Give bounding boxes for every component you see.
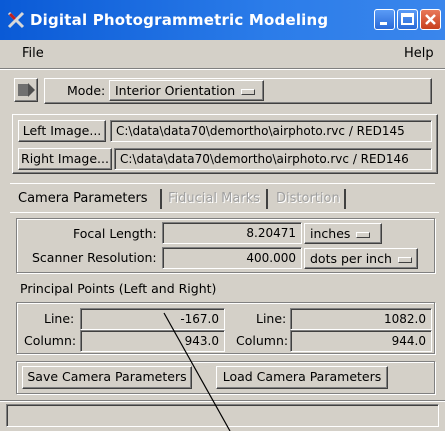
maximize-icon <box>401 13 414 25</box>
right-image-button[interactable]: Right Image... <box>18 148 112 170</box>
menu-help[interactable]: Help <box>404 46 434 61</box>
load-camera-parameters-button[interactable]: Load Camera Parameters <box>216 366 388 389</box>
mode-value: Interior Orientation <box>115 83 236 98</box>
menu-bar: File Help <box>0 40 445 68</box>
tab-divider <box>266 189 268 209</box>
minimize-button[interactable] <box>374 9 395 30</box>
focal-length-unit: inches <box>310 226 351 241</box>
right-column-field[interactable]: 944.0 <box>290 330 432 352</box>
status-divider <box>0 400 445 402</box>
dropdown-indicator-icon <box>397 256 412 263</box>
title-bar[interactable]: Digital Photogrammetric Modeling <box>0 0 445 40</box>
mode-dropdown[interactable]: Interior Orientation <box>109 80 264 101</box>
right-line-field[interactable]: 1082.0 <box>290 308 432 330</box>
close-button[interactable] <box>420 9 441 30</box>
mode-panel: Mode: Interior Orientation <box>44 78 432 104</box>
focal-length-label: Focal Length: <box>73 226 157 241</box>
focal-length-field[interactable]: 8.20471 <box>162 222 302 244</box>
menu-divider <box>0 68 445 70</box>
tab-divider <box>160 189 162 209</box>
mode-label: Mode: <box>67 83 106 98</box>
tool-button[interactable] <box>14 78 38 102</box>
tab-divider <box>344 189 346 209</box>
principal-points-title: Principal Points (Left and Right) <box>20 281 217 296</box>
tab-camera-parameters[interactable]: Camera Parameters <box>14 186 152 212</box>
minimize-icon <box>380 22 387 25</box>
tab-distortion[interactable]: Distortion <box>272 186 344 212</box>
save-camera-parameters-button[interactable]: Save Camera Parameters <box>22 366 192 389</box>
dropdown-indicator-icon <box>356 231 371 238</box>
app-window: Digital Photogrammetric Modeling File He… <box>0 0 445 431</box>
scanner-resolution-field[interactable]: 400.000 <box>162 247 302 269</box>
close-icon <box>425 14 436 25</box>
left-line-label: Line: <box>44 311 75 326</box>
tab-page-top <box>10 212 439 214</box>
dropdown-indicator-icon <box>241 88 256 95</box>
left-image-path-field[interactable]: C:\data\data70\demortho\airphoto.rvc / R… <box>110 120 432 142</box>
maximize-button[interactable] <box>397 9 418 30</box>
tab-fiducial-marks[interactable]: Fiducial Marks <box>164 186 264 212</box>
left-line-field[interactable]: -167.0 <box>80 308 225 330</box>
left-column-label: Column: <box>24 333 77 348</box>
focal-length-unit-dropdown[interactable]: inches <box>304 223 382 244</box>
left-image-button[interactable]: Left Image... <box>18 120 106 142</box>
right-line-label: Line: <box>256 311 287 326</box>
scanner-resolution-label: Scanner Resolution: <box>32 250 157 265</box>
right-column-label: Column: <box>236 333 289 348</box>
arrow-tool-icon <box>18 83 35 97</box>
status-bar <box>6 404 439 427</box>
app-icon <box>7 11 25 29</box>
window-title: Digital Photogrammetric Modeling <box>30 11 329 29</box>
menu-file[interactable]: File <box>22 46 44 61</box>
right-image-path-field[interactable]: C:\data\data70\demortho\airphoto.rvc / R… <box>114 148 432 170</box>
left-column-field[interactable]: 943.0 <box>80 330 225 352</box>
scanner-unit: dots per inch <box>310 251 392 266</box>
scanner-unit-dropdown[interactable]: dots per inch <box>304 248 418 269</box>
